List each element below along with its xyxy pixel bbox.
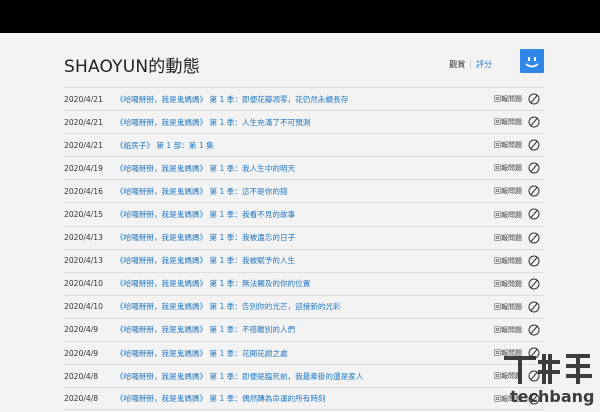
activity-row: 2020/4/10 《哈囉掰掰，我是鬼媽媽》 第 1 季：告別你的光芒，迎接新的光… [64,294,544,318]
techbang-watermark: techbang [504,354,594,406]
activity-date: 2020/4/9 [64,348,99,358]
activity-row: 2020/4/21 《紙房子》 第 1 部：第 1 集 回報問題 [64,133,544,156]
activity-date: 2020/4/8 [64,371,99,381]
report-problem-link[interactable]: 回報問題 [494,117,522,127]
report-problem-link[interactable]: 回報問題 [494,302,522,312]
activity-title-link[interactable]: 《哈囉掰掰，我是鬼媽媽》 第 1 季：我被賦予的人生 [116,255,295,266]
header-links: 觀賞 | 評分 [449,59,492,70]
activity-date: 2020/4/15 [64,210,103,220]
report-problem-link[interactable]: 回報問題 [494,140,522,150]
report-problem-link[interactable]: 回報問題 [494,325,522,335]
activity-title-link[interactable]: 《哈囉掰掰，我是鬼媽媽》 第 1 季：我看不見的故事 [116,209,295,220]
hide-from-history-icon[interactable] [528,324,540,336]
activity-row: 2020/4/9 《哈囉掰掰，我是鬼媽媽》 第 1 季：花開花謝之處 回報問題 [64,341,544,364]
activity-row: 2020/4/13 《哈囉掰掰，我是鬼媽媽》 第 1 季：我被遺忘的日子 回報問題 [64,225,544,249]
activity-title-link[interactable]: 《哈囉掰掰，我是鬼媽媽》 第 1 季：我被遺忘的日子 [116,232,295,243]
activity-date: 2020/4/19 [64,163,103,173]
activity-date: 2020/4/8 [64,394,99,404]
smiley-avatar-icon [525,57,539,68]
activity-page: SHAOYUN的動態 觀賞 | 評分 2020/4/21 《哈囉掰掰，我是鬼媽媽》… [0,33,600,412]
activity-date: 2020/4/21 [64,117,103,127]
watermark-text: techbang [510,387,594,406]
activity-row: 2020/4/16 《哈囉掰掰，我是鬼媽媽》 第 1 季：這不是你的錯 回報問題 [64,179,544,202]
activity-row: 2020/4/8 《哈囉掰掰，我是鬼媽媽》 第 1 季：偶然轉為命運的所有時刻 回報… [64,387,544,411]
activity-title-link[interactable]: 《哈囉掰掰，我是鬼媽媽》 第 1 季：不搭離別的人們 [116,324,295,335]
hide-from-history-icon[interactable] [528,116,540,128]
activity-row: 2020/4/21 《哈囉掰掰，我是鬼媽媽》 第 1 季：人生充滿了不可預測 回報問… [64,110,544,133]
hide-from-history-icon[interactable] [528,208,540,220]
activity-title-link[interactable]: 《哈囉掰掰，我是鬼媽媽》 第 1 季：花開花謝之處 [116,348,288,359]
activity-list: 2020/4/21 《哈囉掰掰，我是鬼媽媽》 第 1 季：即便花瓣凋零，花仍然永續… [64,87,544,411]
report-problem-link[interactable]: 回報問題 [494,210,522,220]
activity-title-link[interactable]: 《哈囉掰掰，我是鬼媽媽》 第 1 季：告別你的光芒，迎接新的光彩 [116,301,341,312]
activity-title-link[interactable]: 《哈囉掰掰，我是鬼媽媽》 第 1 季：即便花瓣凋零，花仍然永續長存 [116,94,348,105]
report-problem-link[interactable]: 回報問題 [494,94,522,104]
activity-title-link[interactable]: 《紙房子》 第 1 部：第 1 集 [116,140,214,151]
report-problem-link[interactable]: 回報問題 [494,233,522,243]
profile-avatar[interactable] [520,49,544,73]
report-problem-link[interactable]: 回報問題 [494,186,522,196]
viewing-activity-link[interactable]: 觀賞 [449,59,465,70]
activity-row: 2020/4/15 《哈囉掰掰，我是鬼媽媽》 第 1 季：我看不見的故事 回報問題 [64,202,544,225]
page-title: SHAOYUN的動態 [64,57,200,77]
activity-row: 2020/4/10 《哈囉掰掰，我是鬼媽媽》 第 1 季：無法觸及的你的位置 回報問… [64,271,544,295]
activity-row: 2020/4/21 《哈囉掰掰，我是鬼媽媽》 第 1 季：即便花瓣凋零，花仍然永續… [64,87,544,110]
hide-from-history-icon[interactable] [528,278,540,290]
hide-from-history-icon[interactable] [528,162,540,174]
activity-date: 2020/4/10 [64,302,103,312]
hide-from-history-icon[interactable] [528,185,540,197]
activity-date: 2020/4/13 [64,233,103,243]
activity-title-link[interactable]: 《哈囉掰掰，我是鬼媽媽》 第 1 季：即便是臨死前，我最牽掛的還是家人 [116,371,363,382]
activity-title-link[interactable]: 《哈囉掰掰，我是鬼媽媽》 第 1 季：偶然轉為命運的所有時刻 [116,393,326,404]
activity-date: 2020/4/16 [64,186,103,196]
report-problem-link[interactable]: 回報問題 [494,279,522,289]
hide-from-history-icon[interactable] [528,301,540,313]
activity-date: 2020/4/10 [64,279,103,289]
hide-from-history-icon[interactable] [528,139,540,151]
activity-date: 2020/4/9 [64,325,99,335]
header-separator: | [469,60,472,69]
activity-row: 2020/4/9 《哈囉掰掰，我是鬼媽媽》 第 1 季：不搭離別的人們 回報問題 [64,317,544,341]
activity-row: 2020/4/8 《哈囉掰掰，我是鬼媽媽》 第 1 季：即便是臨死前，我最牽掛的還… [64,364,544,387]
activity-row: 2020/4/19 《哈囉掰掰，我是鬼媽媽》 第 1 季：我人生中的明天 回報問題 [64,156,544,179]
activity-date: 2020/4/21 [64,94,103,104]
activity-row: 2020/4/13 《哈囉掰掰，我是鬼媽媽》 第 1 季：我被賦予的人生 回報問題 [64,248,544,272]
hide-from-history-icon[interactable] [528,232,540,244]
page-header: SHAOYUN的動態 觀賞 | 評分 [64,49,544,81]
hide-from-history-icon[interactable] [528,93,540,105]
activity-date: 2020/4/13 [64,256,103,266]
report-problem-link[interactable]: 回報問題 [494,163,522,173]
activity-date: 2020/4/21 [64,140,103,150]
activity-title-link[interactable]: 《哈囉掰掰，我是鬼媽媽》 第 1 季：無法觸及的你的位置 [116,278,310,289]
activity-title-link[interactable]: 《哈囉掰掰，我是鬼媽媽》 第 1 季：我人生中的明天 [116,163,295,174]
ratings-link[interactable]: 評分 [476,59,492,70]
activity-title-link[interactable]: 《哈囉掰掰，我是鬼媽媽》 第 1 季：人生充滿了不可預測 [116,117,310,128]
report-problem-link[interactable]: 回報問題 [494,256,522,266]
activity-title-link[interactable]: 《哈囉掰掰，我是鬼媽媽》 第 1 季：這不是你的錯 [116,186,288,197]
top-black-bar [0,0,600,33]
hide-from-history-icon[interactable] [528,255,540,267]
